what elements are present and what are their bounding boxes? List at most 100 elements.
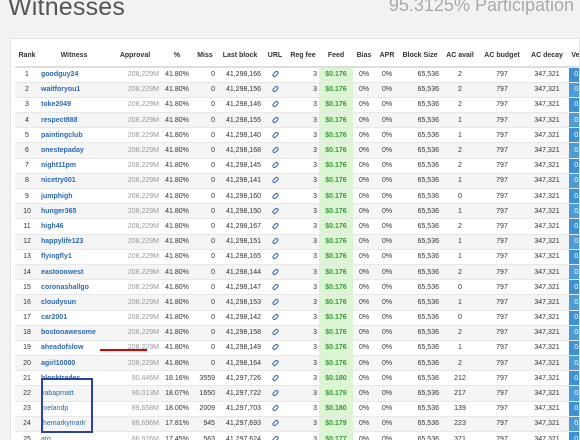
bias-cell: 0% [353,218,375,235]
witness-name-cell: goodguy24 [39,66,109,83]
size-cell: 65,536 [399,81,441,98]
column-header-version[interactable]: Version [569,45,579,68]
budget-cell: 797 [479,187,525,204]
link-icon[interactable] [271,358,279,367]
column-header-feed[interactable]: Feed [319,45,353,68]
bias-cell: 0% [353,112,375,128]
url-cell [263,400,287,417]
column-header-rank[interactable]: Rank [15,45,39,68]
link-icon[interactable] [271,298,279,306]
column-header-ac-decay[interactable]: AC decay [525,45,569,68]
witness-name-cell: night11pm [39,157,109,174]
avail-cell: 1 [441,233,479,250]
column-header-apr[interactable]: APR [375,45,399,68]
witness-name-link[interactable]: nicetry001 [41,177,76,184]
column-header-url[interactable]: URL [263,45,287,68]
approval-cell: 208,229M [109,142,161,159]
approval-cell: 208,229M [109,355,161,371]
avail-cell: 1 [441,203,479,219]
witness-name-link[interactable]: night11pm [41,162,76,169]
witness-name-link[interactable]: cloudysun [41,299,76,306]
link-icon[interactable] [271,115,279,124]
link-icon[interactable] [271,313,279,321]
size-cell: 65,536 [399,203,441,219]
link-icon[interactable] [271,70,279,79]
column-header-ac-budget[interactable]: AC budget [479,45,525,68]
approval-cell: 208,229M [109,157,161,174]
witness-name-link[interactable]: jumphigh [41,193,73,200]
feed-cell: $0.176 [319,81,353,98]
witness-name-link[interactable]: flyingfly1 [41,253,72,260]
pct-cell: 18.07% [161,385,193,402]
link-icon[interactable] [271,434,279,440]
column-header-ac-avail[interactable]: AC avail [441,45,479,68]
budget-cell: 797 [479,218,525,235]
witness-name-link[interactable]: waitforyou1 [41,86,80,93]
link-icon[interactable] [271,237,279,246]
column-header-bias[interactable]: Bias [353,45,375,68]
table-row: 24 themarkymark 88,696M 17.81% 945 41,297,693… [15,415,579,432]
reg-cell: 3 [287,127,319,143]
link-icon[interactable] [271,176,279,185]
table-row: 11 high46 208,229M 41.80% 0 41,298,167 3 $0.176… [15,218,579,235]
link-icon[interactable] [271,252,279,261]
size-cell: 65,536 [399,187,441,204]
column-header-block-size[interactable]: Block Size [399,45,441,68]
column-header-miss[interactable]: Miss [193,45,217,68]
link-icon[interactable] [271,146,279,154]
witness-table-panel: Rank Witness Approval% Miss Last block URL Reg… [10,38,580,440]
size-cell: 65,536 [399,324,441,341]
witness-name-link[interactable]: respect888 [41,117,78,124]
rank-cell: 14 [15,263,39,280]
link-icon[interactable] [271,282,279,291]
witness-name-link[interactable]: paintingclub [41,132,83,139]
witness-name-link[interactable]: hunger365 [41,208,76,215]
link-icon[interactable] [271,389,279,397]
link-icon[interactable] [271,328,279,337]
link-icon[interactable] [271,419,279,428]
witness-name-link[interactable]: onestepaday [41,147,84,154]
link-icon[interactable] [271,404,279,413]
pct-cell: 18.00% [161,400,193,417]
table-row: 16 cloudysun 208,229M 41.80% 0 41,298,153 3 $0.… [15,294,579,310]
column-header-approval[interactable]: Approval [109,45,161,68]
last-cell: 41,298,168 [217,142,263,159]
link-icon[interactable] [271,343,279,352]
column-header-last-block[interactable]: Last block [217,45,263,68]
link-icon[interactable] [271,191,279,200]
table-row: 15 coronashallgo 208,229M 41.80% 0 41,298,147… [15,279,579,295]
link-icon[interactable] [271,222,279,230]
rank-cell: 10 [15,203,39,219]
witness-name-link[interactable]: bostonawesome [41,329,96,336]
witness-name-link[interactable]: goodguy24 [41,71,78,78]
approval-cell: 90,446M [109,370,161,386]
link-icon[interactable] [271,373,279,382]
url-cell [263,142,287,159]
size-cell: 65,536 [399,112,441,128]
witness-name-link[interactable]: aheadofslow [41,344,83,351]
link-icon[interactable] [271,161,279,170]
witness-name-link[interactable]: happylife123 [41,238,83,245]
link-icon[interactable] [271,100,279,109]
decay-cell: 347,321 [525,157,569,174]
witness-name-link[interactable]: agirl10000 [41,360,75,367]
witness-name-link[interactable]: ato [41,436,51,440]
reg-cell: 3 [287,324,319,341]
column-header-reg-fee[interactable]: Reg fee [287,45,319,68]
witness-name-link[interactable]: high46 [41,223,64,230]
column-header-witness[interactable]: Witness [39,45,109,68]
column-header-[interactable]: % [161,45,193,68]
link-icon[interactable] [271,130,279,139]
link-icon[interactable] [271,206,279,215]
witness-name-link[interactable]: car2001 [41,314,67,321]
witness-name-link[interactable]: eastooowest [41,269,83,276]
approval-cell: 208,229M [109,324,161,341]
reg-cell: 3 [287,309,319,326]
miss-cell: 0 [193,218,217,235]
last-cell: 41,298,165 [217,248,263,265]
avail-cell: 1 [441,248,479,265]
witness-name-link[interactable]: toke2049 [41,101,71,108]
witness-name-link[interactable]: coronashallgo [41,284,89,291]
link-icon[interactable] [271,85,279,94]
link-icon[interactable] [271,267,279,276]
